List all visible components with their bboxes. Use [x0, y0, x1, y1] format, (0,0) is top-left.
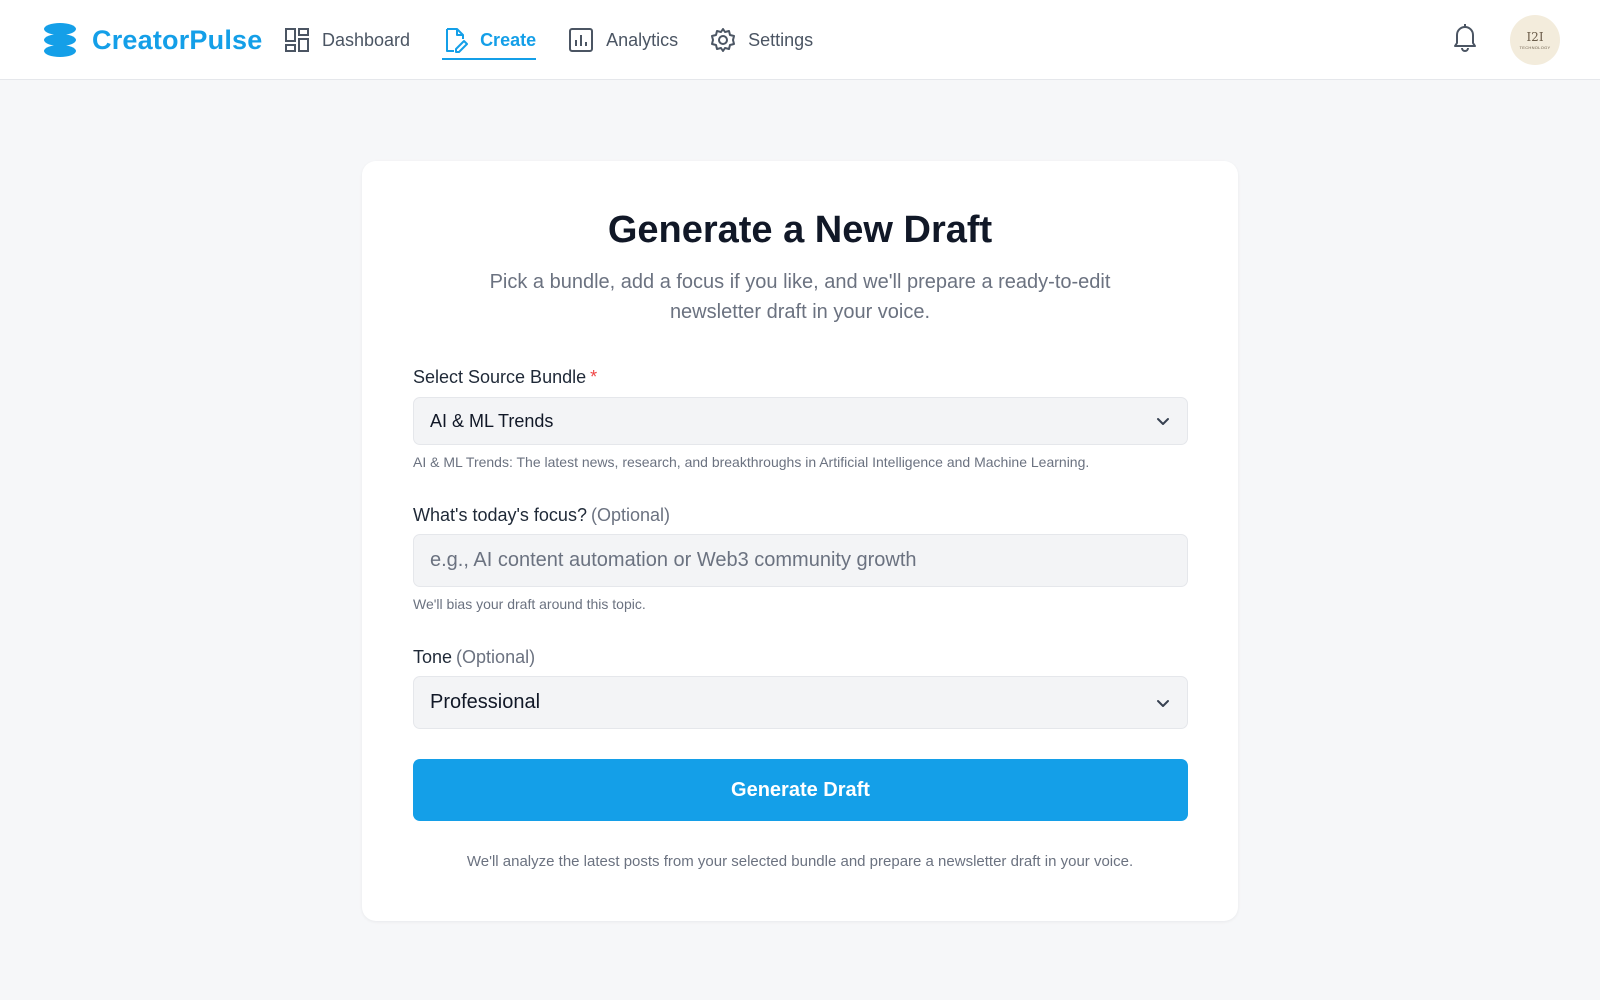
- brand[interactable]: CreatorPulse: [42, 22, 262, 58]
- nav-label-create: Create: [480, 29, 537, 50]
- avatar-subtext: TECHNOLOGY: [1519, 44, 1551, 50]
- nav-label-settings: Settings: [748, 29, 814, 50]
- bundle-label-text: Select Source Bundle: [413, 367, 587, 387]
- nav-item-create[interactable]: Create: [442, 22, 568, 60]
- focus-label: What's today's focus? (Optional): [413, 505, 670, 526]
- footer-note: We'll analyze the latest posts from your…: [466, 853, 1134, 870]
- bundle-select-value: AI & ML Trends: [430, 410, 554, 431]
- bar-chart-icon: [569, 28, 594, 52]
- tone-select[interactable]: Professional: [413, 676, 1188, 729]
- page-subtitle: Pick a bundle, add a focus if you like, …: [489, 271, 1111, 323]
- user-avatar[interactable]: I2I TECHNOLOGY: [1510, 15, 1560, 65]
- brand-name: CreatorPulse: [92, 24, 263, 55]
- focus-field[interactable]: [413, 534, 1188, 587]
- tone-optional-text: (Optional): [456, 647, 536, 667]
- bell-icon[interactable]: [1452, 22, 1478, 52]
- avatar-mark: I2I: [1526, 29, 1544, 44]
- nav-label-analytics: Analytics: [606, 29, 679, 50]
- active-tab-indicator: [442, 58, 537, 60]
- tone-select-value: Professional: [430, 691, 541, 713]
- focus-label-text: What's today's focus?: [413, 505, 587, 525]
- required-mark: *: [590, 367, 598, 387]
- nav-item-dashboard[interactable]: Dashboard: [284, 22, 442, 58]
- chevron-down-icon: [1157, 699, 1169, 707]
- tone-label: Tone (Optional): [413, 647, 535, 668]
- nav-item-settings[interactable]: Settings: [710, 22, 845, 58]
- tone-label-text: Tone: [413, 647, 453, 667]
- bundle-label: Select Source Bundle *: [413, 367, 597, 388]
- focus-optional-text: (Optional): [590, 505, 670, 525]
- generate-draft-card: Generate a New Draft Pick a bundle, add …: [362, 161, 1238, 921]
- nav-item-analytics[interactable]: Analytics: [568, 22, 710, 58]
- focus-help: We'll bias your draft around this topic.: [413, 596, 646, 612]
- logo-icon: [44, 23, 76, 57]
- focus-input[interactable]: [430, 549, 1171, 572]
- chevron-down-icon: [1157, 418, 1169, 425]
- main-nav: Dashboard Create Analytics Settings: [284, 22, 845, 60]
- bundle-select[interactable]: AI & ML Trends: [413, 397, 1188, 445]
- page-title: Generate a New Draft: [607, 209, 993, 251]
- gear-icon: [711, 28, 736, 52]
- dashboard-icon: [285, 28, 309, 52]
- top-navigation-bar: CreatorPulse Dashboard Create Analytics …: [0, 0, 1600, 80]
- bundle-description: AI & ML Trends: The latest news, researc…: [413, 454, 1090, 470]
- nav-label-dashboard: Dashboard: [322, 29, 411, 50]
- edit-document-icon: [446, 28, 469, 53]
- generate-draft-button[interactable]: Generate Draft: [413, 759, 1188, 821]
